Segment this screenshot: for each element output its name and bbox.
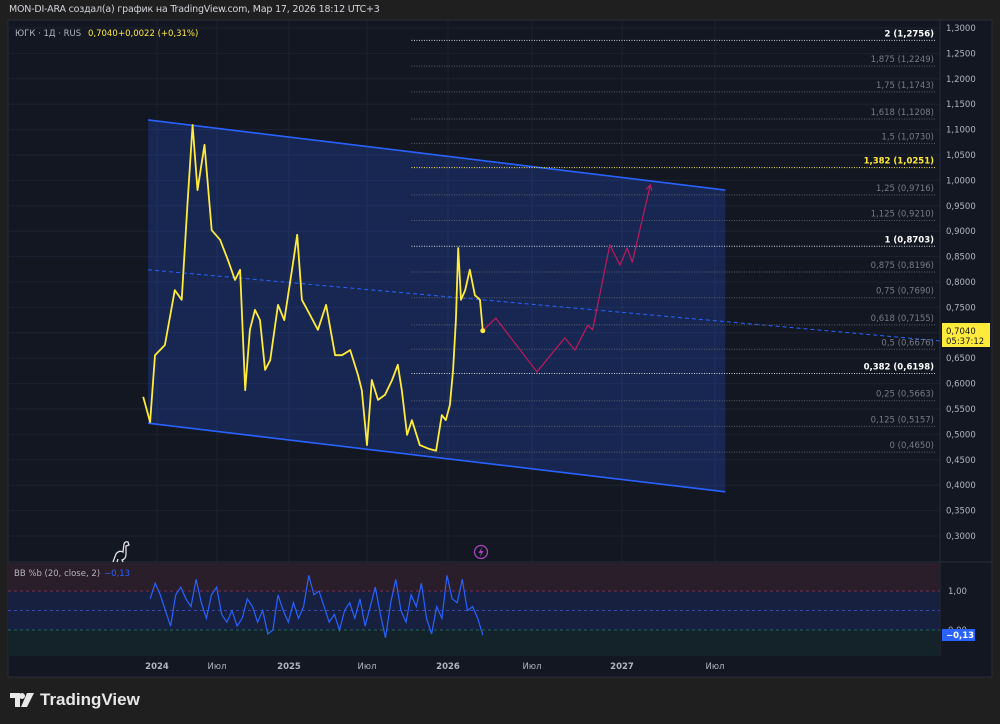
price-tick-label: 0,9500	[946, 202, 976, 212]
fib-level-label: 0,382 (0,6198)	[864, 363, 935, 373]
price-tick-label: 0,8000	[946, 278, 976, 288]
fib-level-label: 1 (0,8703)	[885, 235, 935, 245]
price-tick-label: 0,4000	[946, 481, 976, 491]
fib-level-label: 0,5 (0,6676)	[881, 338, 934, 348]
bb-tick-label: 1,00	[948, 587, 967, 597]
fib-level-label: 1,382 (1,0251)	[864, 157, 935, 167]
bb-value-tag-text: −0,13	[946, 631, 974, 641]
price-tick-label: 0,9000	[946, 227, 976, 237]
fib-level-label: 0,618 (0,7155)	[871, 314, 934, 324]
fib-level-label: 1,25 (0,9716)	[876, 184, 934, 194]
time-tick-label: Июл	[208, 662, 227, 672]
fib-level-label: 1,5 (1,0730)	[881, 132, 934, 142]
symbol-label: ЮГК · 1Д · RUS	[15, 29, 81, 39]
tradingview-logo-icon	[10, 693, 34, 707]
time-tick-label: Июл	[706, 662, 725, 672]
fib-level-label: 1,875 (1,2249)	[871, 55, 934, 65]
fib-level-label: 1,75 (1,1743)	[876, 81, 934, 91]
price-tick-label: 0,5500	[946, 405, 976, 415]
time-tick-label: Июл	[523, 662, 542, 672]
fib-level-label: 0,25 (0,5663)	[876, 390, 934, 400]
time-tick-label: Июл	[358, 662, 377, 672]
fib-level-label: 2 (1,2756)	[885, 29, 935, 39]
chart-canvas[interactable]: 2 (1,2756) 1,875 (1,2249) 1,75 (1,1743) 1,6…	[0, 0, 1000, 724]
price-tick-label: 1,2000	[946, 75, 976, 85]
time-tick-label: 2026	[436, 662, 460, 672]
price-tick-label: 1,1500	[946, 100, 976, 110]
price-tick-label: 0,7500	[946, 303, 976, 313]
fib-level-label: 0,75 (0,7690)	[876, 287, 934, 297]
price-tick-label: 0,8500	[946, 253, 976, 263]
time-tick-label: 2024	[145, 662, 169, 672]
time-tick-label: 2027	[610, 662, 634, 672]
tradingview-logo[interactable]: TradingView	[10, 690, 140, 710]
fib-level-label: 1,618 (1,1208)	[871, 108, 934, 118]
fib-level-label: 0,875 (0,8196)	[871, 261, 934, 271]
fib-level-label: 0 (0,4650)	[890, 441, 934, 451]
price-tick-label: 1,2500	[946, 49, 976, 59]
price-tag-countdown: 05:37:12	[946, 337, 984, 347]
price-tag: 0,7040 05:37:12	[942, 323, 990, 347]
price-change: +0,0022 (+0,31%)	[118, 29, 198, 39]
bb-legend-title: BB %b (20, close, 2)	[14, 569, 100, 579]
price-tick-label: 0,3000	[946, 532, 976, 542]
bb-oversold-zone	[8, 630, 940, 656]
fib-level-label: 0,125 (0,5157)	[871, 415, 934, 425]
price-tag-value: 0,7040	[946, 327, 976, 337]
time-tick-label: 2025	[277, 662, 301, 672]
legend: ЮГК · 1Д · RUS 0,7040 +0,0022 (+0,31%)	[15, 29, 198, 39]
price-tick-label: 0,6500	[946, 354, 976, 364]
last-price: 0,7040	[88, 29, 118, 39]
bb-legend-value: −0,13	[104, 569, 130, 579]
fib-level-label: 1,125 (0,9210)	[871, 210, 934, 220]
price-tick-label: 1,0500	[946, 151, 976, 161]
brand-name: TradingView	[40, 690, 140, 709]
last-price-dot	[480, 328, 486, 334]
price-tick-label: 0,3500	[946, 507, 976, 517]
price-tick-label: 0,5000	[946, 430, 976, 440]
price-tick-label: 0,6000	[946, 380, 976, 390]
bb-overbought-zone	[8, 563, 940, 591]
bb-indicator-pane[interactable]: 1,000,00	[8, 561, 992, 656]
price-tick-label: 1,3000	[946, 24, 976, 34]
price-tick-label: 1,0000	[946, 176, 976, 186]
price-tick-label: 1,1000	[946, 126, 976, 136]
price-tick-label: 0,4500	[946, 456, 976, 466]
